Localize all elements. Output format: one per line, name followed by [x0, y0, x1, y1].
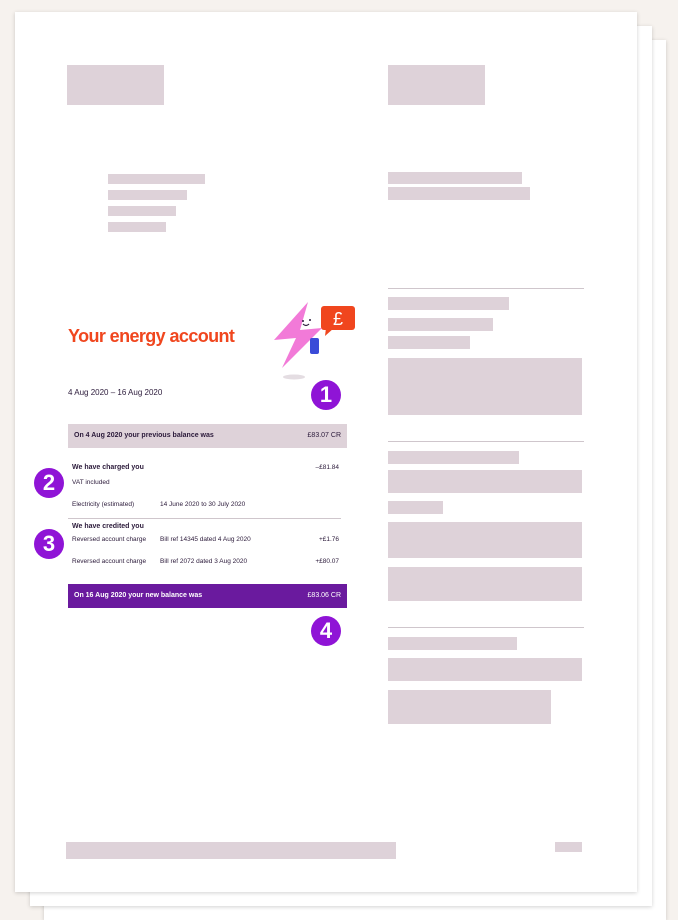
- callout-badge-1: 1: [311, 380, 341, 410]
- address-line-placeholder: [108, 222, 166, 232]
- bill-page: [15, 12, 637, 892]
- charge-line-period: 14 June 2020 to 30 July 2020: [160, 501, 246, 508]
- logo-placeholder: [67, 65, 164, 105]
- page-number-placeholder: [555, 842, 582, 852]
- info-line-placeholder: [388, 451, 519, 464]
- credit-item-ref: Bill ref 2072 dated 3 Aug 2020: [160, 558, 248, 565]
- info-line-placeholder: [388, 297, 509, 310]
- info-line-placeholder: [388, 172, 522, 184]
- info-block-placeholder: [388, 358, 582, 415]
- info-block-placeholder: [388, 522, 582, 558]
- callout-badge-4: 4: [311, 616, 341, 646]
- previous-balance-label: On 4 Aug 2020 your previous balance was: [74, 432, 214, 439]
- charges-heading: We have charged you: [72, 464, 144, 471]
- section-divider: [388, 441, 584, 442]
- header-placeholder: [388, 65, 485, 105]
- address-line-placeholder: [108, 206, 176, 216]
- previous-balance-bar: On 4 Aug 2020 your previous balance was …: [68, 424, 347, 448]
- info-block-placeholder: [388, 470, 582, 493]
- credits-heading: We have credited you: [72, 523, 144, 530]
- info-block-placeholder: [388, 690, 551, 724]
- new-balance-label: On 16 Aug 2020 your new balance was: [74, 592, 203, 599]
- info-line-placeholder: [388, 336, 470, 349]
- pound-symbol: £: [333, 309, 343, 329]
- new-balance-amount: £83.06 CR: [307, 592, 341, 599]
- credit-item-label: Reversed account charge: [72, 536, 147, 543]
- section-divider: [388, 627, 584, 628]
- billing-period: 4 Aug 2020 – 16 Aug 2020: [68, 388, 163, 397]
- footer-placeholder: [66, 842, 396, 859]
- previous-balance-amount: £83.07 CR: [307, 432, 341, 439]
- vat-note: VAT included: [72, 479, 110, 486]
- callout-badge-3: 3: [34, 529, 64, 559]
- charges-amount: –£81.84: [315, 464, 340, 471]
- address-line-placeholder: [108, 174, 205, 184]
- address-line-placeholder: [108, 190, 187, 200]
- section-divider: [388, 288, 584, 289]
- account-title: Your energy account: [68, 326, 235, 346]
- info-line-placeholder: [388, 637, 517, 650]
- charge-line-label: Electricity (estimated): [72, 501, 135, 508]
- info-block-placeholder: [388, 658, 582, 681]
- lightning-bolt-mascot-icon: £: [274, 302, 355, 380]
- info-line-placeholder: [388, 187, 530, 200]
- credit-item-amount: +£80.07: [315, 558, 339, 565]
- credit-item-amount: +£1.76: [318, 536, 339, 543]
- info-line-placeholder: [388, 501, 443, 514]
- callout-badge-2: 2: [34, 468, 64, 498]
- new-balance-bar: On 16 Aug 2020 your new balance was £83.…: [68, 584, 347, 608]
- charges-divider: [68, 518, 341, 519]
- info-line-placeholder: [388, 318, 493, 331]
- credit-item-label: Reversed account charge: [72, 558, 147, 565]
- info-block-placeholder: [388, 567, 582, 601]
- credit-item-ref: Bill ref 14345 dated 4 Aug 2020: [160, 536, 251, 543]
